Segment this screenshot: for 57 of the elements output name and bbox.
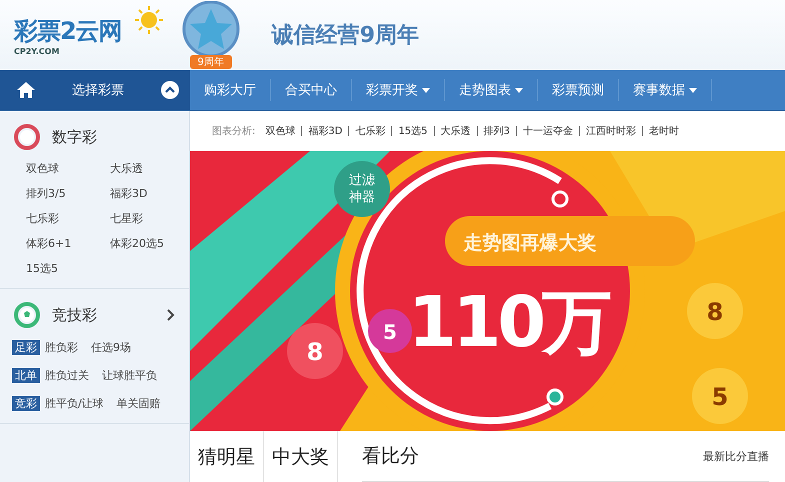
slogan-text: 诚信经营9周年: [272, 22, 420, 50]
lottery-ball: 8: [687, 283, 743, 339]
lottery-link[interactable]: 体彩6+1: [26, 236, 110, 251]
nav-link[interactable]: 赛事数据: [619, 79, 712, 101]
nav-link[interactable]: 合买中心: [271, 79, 352, 101]
lottery-ball: 8: [287, 323, 343, 379]
site-logo[interactable]: 彩票2云网 CP2Y.COM: [14, 14, 122, 56]
lottery-link[interactable]: 单关固赔: [116, 396, 161, 410]
caret-icon: [515, 88, 523, 92]
filter-badge: 过滤神器: [334, 161, 390, 217]
chart-analysis-label: 图表分析:: [212, 124, 256, 138]
nav-link[interactable]: 彩票开奖: [352, 79, 445, 101]
lottery-link[interactable]: 体彩20选5: [110, 236, 180, 251]
chart-link[interactable]: 双色球: [265, 124, 296, 138]
chart-link[interactable]: 老时时: [648, 124, 679, 138]
chevron-up-icon[interactable]: [160, 80, 180, 100]
section-title: 数字彩: [52, 128, 97, 146]
ball-badge: 5: [368, 309, 412, 353]
chart-link[interactable]: 排列3: [484, 124, 510, 138]
banner-headline: 走势图再爆大奖: [464, 232, 596, 254]
caret-icon: [689, 88, 697, 92]
category-tag: 竞彩: [12, 396, 40, 410]
chart-link[interactable]: 大乐透: [440, 124, 471, 138]
chart-link[interactable]: 福彩3D: [308, 124, 342, 138]
lottery-link[interactable]: 胜平负/让球: [45, 396, 104, 410]
soccer-ball-icon: [14, 302, 40, 328]
section-title: 竞技彩: [52, 306, 97, 324]
score-title: 看比分: [362, 444, 419, 469]
lottery-link[interactable]: 七乐彩: [26, 211, 110, 226]
caret-icon: [422, 88, 430, 92]
lottery-link[interactable]: 让球胜平负: [102, 368, 157, 382]
number-ball-icon: [14, 124, 40, 150]
lottery-link[interactable]: 福彩3D: [110, 186, 180, 201]
chevron-right-icon[interactable]: [167, 309, 175, 321]
chart-link[interactable]: 七乐彩: [355, 124, 386, 138]
anniversary-badge: 9周年: [190, 55, 232, 69]
lottery-link[interactable]: 15选5: [26, 261, 110, 276]
lottery-link[interactable]: 七星彩: [110, 211, 180, 226]
home-icon[interactable]: [16, 81, 36, 99]
chart-link[interactable]: 江西时时彩: [586, 124, 636, 138]
live-score-link[interactable]: 最新比分直播: [703, 448, 769, 464]
lottery-link[interactable]: 胜负彩: [45, 340, 78, 354]
lottery-link[interactable]: 排列3/5: [26, 186, 110, 201]
lottery-ball: 5: [692, 368, 748, 424]
lottery-link[interactable]: 胜负过关: [45, 368, 89, 382]
category-tag: 足彩: [12, 340, 40, 354]
nav-link[interactable]: 彩票预测: [538, 79, 619, 101]
chart-link[interactable]: 十一运夺金: [522, 124, 573, 138]
lottery-link[interactable]: 大乐透: [110, 161, 180, 176]
lottery-link[interactable]: 任选9场: [91, 340, 131, 354]
sun-icon: [134, 5, 164, 35]
chart-link[interactable]: 15选5: [398, 124, 428, 138]
lottery-selector[interactable]: 选择彩票: [72, 81, 124, 99]
nav-link[interactable]: 走势图表: [445, 79, 538, 101]
category-tag: 北单: [12, 368, 40, 382]
nav-link[interactable]: 购彩大厅: [190, 79, 271, 101]
lottery-link[interactable]: 双色球: [26, 161, 110, 176]
